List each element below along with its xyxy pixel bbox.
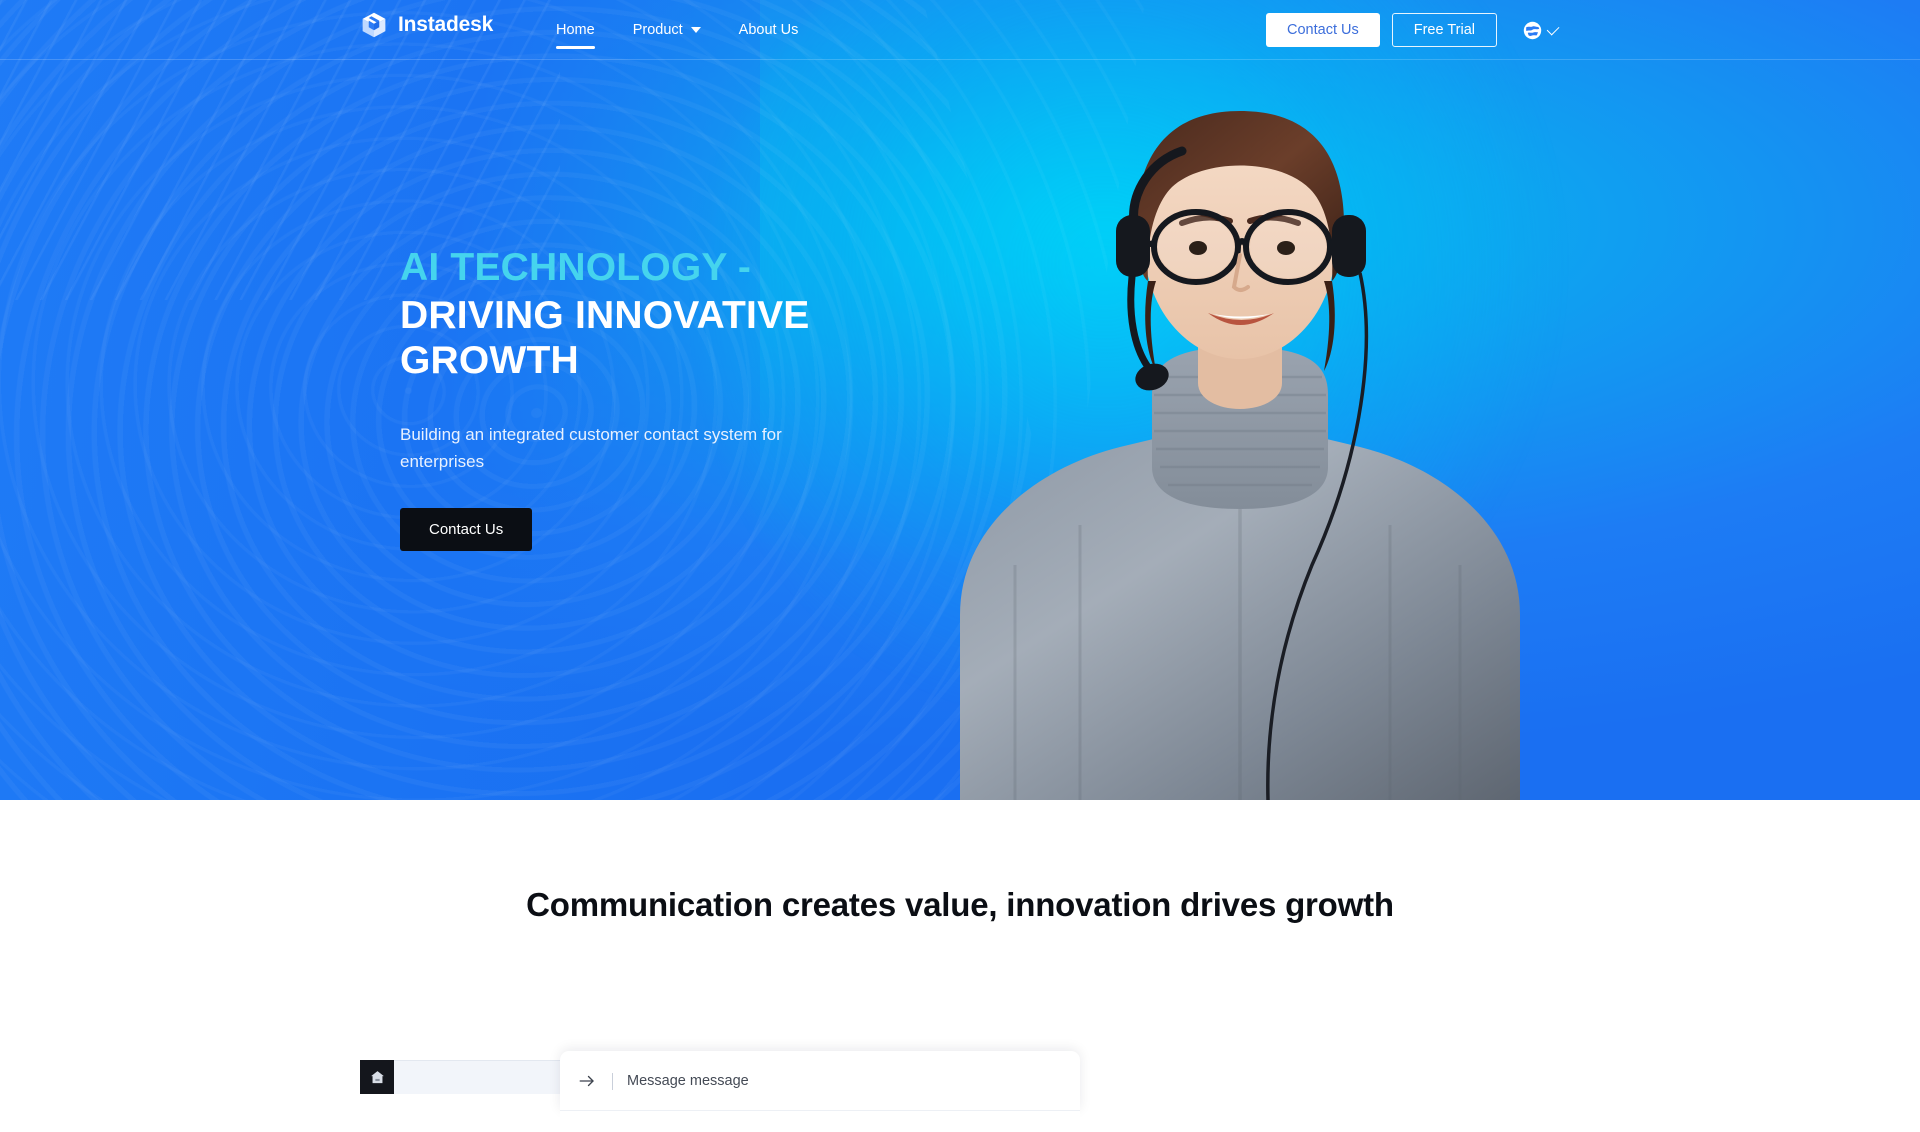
nav-links-group: Home Product About Us <box>556 0 798 60</box>
nav-free-trial-button[interactable]: Free Trial <box>1391 13 1497 47</box>
home-icon <box>370 1070 384 1083</box>
brand-name: Instadesk <box>398 13 494 36</box>
nav-actions-group: Contact Us Free Trial <box>1266 0 1560 60</box>
hero-headline-main: DRIVING INNOVATIVE GROWTH <box>400 294 810 383</box>
hero-copy: AI TECHNOLOGY - DRIVING INNOVATIVE GROWT… <box>400 245 960 551</box>
chat-home-tile[interactable] <box>360 1060 394 1094</box>
features-section <box>0 800 1920 1080</box>
chat-input-card[interactable]: Message message <box>560 1051 1080 1111</box>
globe-icon <box>1523 21 1542 39</box>
nav-item-product[interactable]: Product <box>633 0 701 60</box>
arrow-right-icon[interactable] <box>578 1072 596 1090</box>
chevron-down-icon <box>690 27 701 33</box>
hero-headline-accent: AI TECHNOLOGY - <box>400 246 752 289</box>
chat-widget: Message message <box>360 1051 1080 1132</box>
section-heading: Communication creates value, innovation … <box>526 886 1394 923</box>
language-selector[interactable] <box>1523 21 1560 40</box>
nav-item-about-us[interactable]: About Us <box>739 0 799 60</box>
nav-contact-us-button[interactable]: Contact Us <box>1266 13 1380 47</box>
brand-logo-group[interactable]: Instadesk <box>360 11 493 39</box>
nav-bottom-divider <box>0 59 1920 60</box>
top-navigation-bar: Instadesk Home Product About Us Contact … <box>0 0 1920 60</box>
chat-message-input[interactable]: Message message <box>627 1073 749 1089</box>
hero-photo-agent <box>960 111 1520 800</box>
isometric-cube-logo-icon <box>362 12 386 38</box>
hero-contact-us-button[interactable]: Contact Us <box>400 507 533 551</box>
nav-item-home-label: Home <box>556 22 595 38</box>
nav-item-about-us-label: About Us <box>738 22 799 38</box>
hero-subtitle: Building an integrated customer contact … <box>400 424 782 472</box>
nav-item-home[interactable]: Home <box>556 0 595 60</box>
chevron-down-icon <box>1546 22 1560 35</box>
nav-item-product-label: Product <box>632 22 683 38</box>
hero-section: AI TECHNOLOGY - DRIVING INNOVATIVE GROWT… <box>0 0 1920 800</box>
chat-cursor-divider <box>612 1072 613 1090</box>
chat-toolbar-strip <box>560 1110 1080 1132</box>
